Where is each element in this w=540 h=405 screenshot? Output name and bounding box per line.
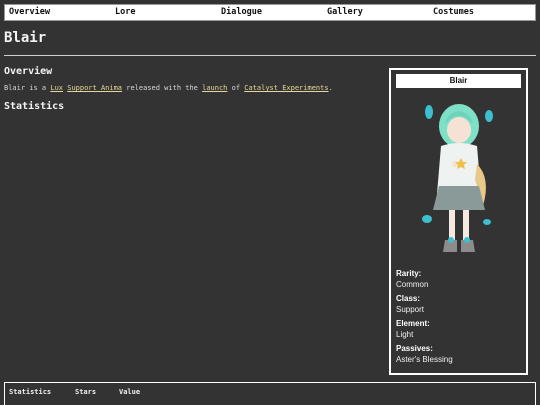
- link-catalyst-experiments[interactable]: Catalyst Experiments: [244, 84, 328, 92]
- nav-dialogue[interactable]: Dialogue: [221, 7, 262, 17]
- top-nav: Overview Lore Dialogue Gallery Costumes: [4, 4, 536, 21]
- intro-mid: released with the: [122, 84, 203, 92]
- nav-lore[interactable]: Lore: [115, 7, 135, 17]
- class-value: Support: [396, 305, 425, 314]
- infobox-title: Blair: [396, 74, 521, 88]
- overview-heading: Overview: [4, 66, 53, 77]
- rarity-label: Rarity:: [396, 269, 422, 278]
- link-lux[interactable]: Lux: [50, 84, 63, 92]
- passives-label: Passives:: [396, 344, 433, 353]
- page-title: Blair: [4, 30, 47, 46]
- character-portrait: [422, 104, 493, 252]
- title-divider: [4, 55, 536, 56]
- element-value: Light: [396, 330, 414, 339]
- element-label: Element:: [396, 319, 430, 328]
- link-support-anima[interactable]: Support Anima: [67, 84, 122, 92]
- col-value-header: Value: [119, 388, 141, 396]
- nav-gallery[interactable]: Gallery: [327, 7, 363, 17]
- passives-value: Aster's Blessing: [396, 355, 453, 364]
- statistics-table: Statistics Stars Value: [4, 382, 536, 405]
- character-infobox: Blair Rarity: Common Class: Support Elem: [389, 68, 528, 375]
- class-label: Class:: [396, 294, 421, 303]
- col-stars-header: Stars: [75, 388, 97, 396]
- intro-prefix: Blair is a: [4, 84, 51, 92]
- intro-of: of: [227, 84, 245, 92]
- rarity-value: Common: [396, 280, 429, 289]
- col-statistics-header: Statistics: [9, 388, 52, 396]
- link-launch[interactable]: launch: [202, 84, 227, 92]
- nav-overview[interactable]: Overview: [9, 7, 50, 17]
- nav-costumes[interactable]: Costumes: [433, 7, 474, 17]
- intro-paragraph: Blair is a Lux Support Anima released wi…: [4, 84, 333, 92]
- intro-suffix: .: [328, 84, 333, 92]
- statistics-heading: Statistics: [4, 101, 65, 112]
